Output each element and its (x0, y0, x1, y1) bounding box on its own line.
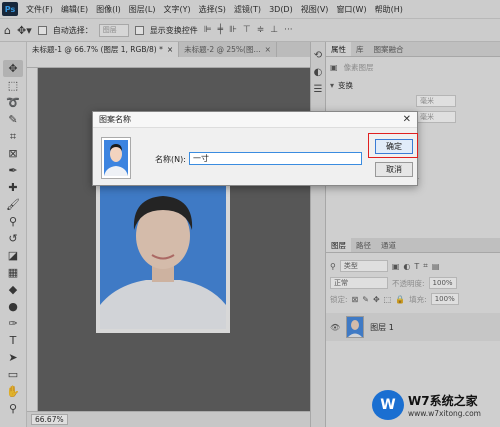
pattern-preview (101, 137, 131, 179)
ok-button[interactable]: 确定 (375, 139, 413, 154)
watermark-title: W7系统之家 (408, 394, 478, 408)
pattern-name-input[interactable]: 一寸 (189, 152, 362, 165)
modal-overlay (0, 0, 500, 427)
cancel-button[interactable]: 取消 (375, 162, 413, 177)
watermark: W W7系统之家 www.w7xitong.com (372, 386, 498, 424)
dialog-title: 图案名称 (99, 115, 131, 124)
pattern-name-dialog: 图案名称 ✕ 名称(N): 一寸 确定 取消 (92, 111, 418, 186)
watermark-url: www.w7xitong.com (408, 409, 481, 418)
close-icon[interactable]: ✕ (403, 114, 411, 125)
watermark-logo: W (372, 390, 404, 420)
name-label: 名称(N): (155, 155, 186, 164)
dialog-titlebar: 图案名称 ✕ (93, 112, 417, 128)
